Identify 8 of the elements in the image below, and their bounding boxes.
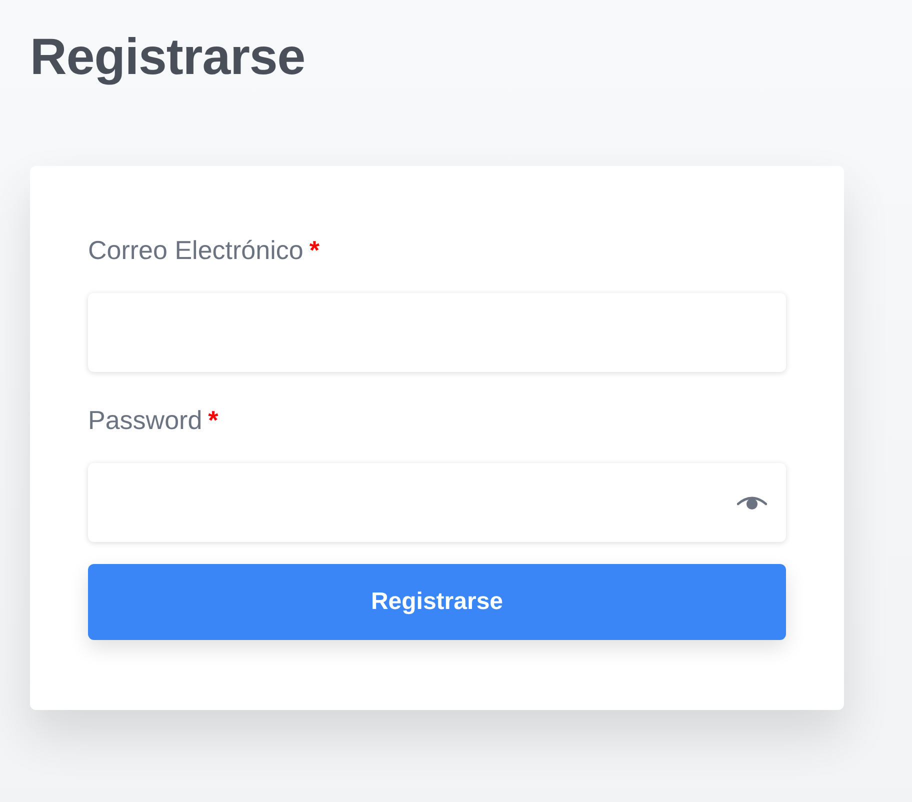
eye-icon[interactable] [737,496,767,510]
field-label: Correo Electrónico [88,234,304,267]
required-asterisk: * [208,404,218,437]
required-asterisk: * [309,234,320,267]
submit-button[interactable]: Registrarse [88,564,786,640]
page-title: Registrarse [30,27,306,87]
password-input-field[interactable] [88,463,786,542]
field-label: Password [88,404,202,437]
